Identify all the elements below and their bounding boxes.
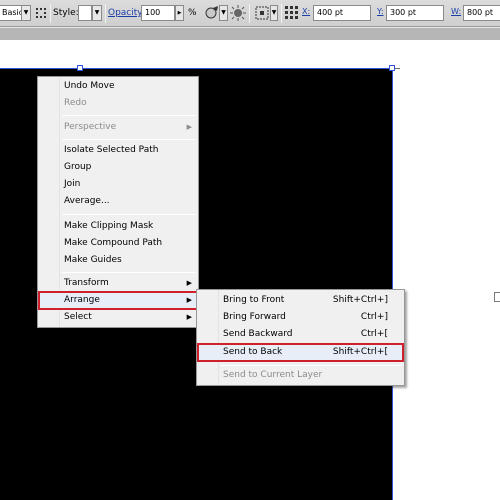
- separator: [105, 4, 106, 23]
- opacity-dropdown[interactable]: ▶: [175, 5, 184, 21]
- panel-edge-marker: [494, 292, 500, 302]
- menu-item-label: Select: [64, 312, 92, 322]
- menu-item-label: Transform: [64, 278, 109, 288]
- menu-item-make-clipping-mask[interactable]: Make Clipping Mask: [38, 218, 198, 235]
- menu-separator: [62, 272, 196, 273]
- selection-handle-top-right[interactable]: [389, 65, 395, 71]
- menu-item-label: Group: [64, 162, 92, 172]
- submenu-arrow-icon: ▶: [186, 123, 192, 131]
- menu-item-label: Perspective: [64, 122, 117, 132]
- menu-item-perspective: Perspective ▶: [38, 119, 198, 136]
- menu-item-send-to-back[interactable]: Send to Back Shift+Ctrl+[: [197, 343, 404, 362]
- menu-item-label: Join: [64, 179, 81, 189]
- control-bar: Basic ▼ Style: ▼ Opacity: 100 ▶ % ▼ ▼ X:…: [0, 0, 500, 27]
- selection-bounding-right: [392, 68, 393, 500]
- separator: [50, 4, 51, 23]
- y-field[interactable]: 300 pt: [386, 5, 444, 21]
- menu-item-shortcut: Ctrl+[: [360, 329, 388, 339]
- menu-item-isolate-selected-path[interactable]: Isolate Selected Path: [38, 142, 198, 159]
- style-label: Style:: [53, 8, 79, 18]
- menu-item-average[interactable]: Average...: [38, 193, 198, 210]
- pasteboard-strip: [0, 28, 500, 40]
- context-menu: Undo Move Redo Perspective ▶ Isolate Sele…: [37, 76, 199, 328]
- menu-item-undo-move[interactable]: Undo Move: [38, 78, 198, 95]
- menu-item-label: Average...: [64, 196, 110, 206]
- w-field[interactable]: 800 pt: [463, 5, 500, 21]
- separator: [281, 4, 282, 23]
- menu-item-make-guides[interactable]: Make Guides: [38, 252, 198, 269]
- menu-item-label: Bring Forward: [223, 312, 286, 322]
- brush-definition-field[interactable]: Basic: [0, 5, 22, 21]
- separator: [249, 4, 250, 23]
- x-label[interactable]: X:: [302, 7, 310, 16]
- selection-bounding-top: [0, 68, 393, 69]
- submenu-arrow-icon: ▶: [186, 279, 192, 287]
- selection-handle-top[interactable]: [77, 65, 83, 71]
- chevron-right-icon: ▶: [177, 10, 182, 16]
- opacity-field[interactable]: 100: [141, 5, 175, 21]
- menu-separator: [62, 214, 196, 215]
- align-grid-icon[interactable]: [254, 5, 270, 21]
- menu-item-shortcut: Shift+Ctrl+]: [332, 295, 388, 305]
- opacity-unit: %: [188, 8, 197, 18]
- w-label[interactable]: W:: [451, 7, 461, 16]
- menu-item-make-compound-path[interactable]: Make Compound Path: [38, 235, 198, 252]
- y-label[interactable]: Y:: [377, 7, 384, 16]
- menu-item-shortcut: Shift+Ctrl+[: [332, 347, 388, 357]
- menu-item-label: Make Guides: [64, 255, 122, 265]
- menu-item-label: Send to Back: [223, 347, 283, 357]
- menu-item-label: Send to Current Layer: [223, 370, 323, 380]
- recolor-icon[interactable]: [204, 5, 220, 21]
- menu-item-bring-forward[interactable]: Bring Forward Ctrl+]: [197, 309, 404, 326]
- dropdown-arrow-icon: ▼: [221, 9, 226, 16]
- dropdown-arrow-icon: ▼: [23, 9, 29, 16]
- x-field[interactable]: 400 pt: [313, 5, 371, 21]
- recolor-dropdown[interactable]: ▼: [219, 5, 228, 21]
- menu-item-label: Redo: [64, 98, 87, 108]
- menu-item-label: Bring to Front: [223, 295, 285, 305]
- dropdown-arrow-icon: ▼: [94, 9, 100, 16]
- menu-item-send-to-current-layer: Send to Current Layer: [197, 367, 404, 384]
- menu-separator: [62, 139, 196, 140]
- reference-point-icon[interactable]: [284, 5, 300, 21]
- menu-separator: [62, 115, 196, 116]
- menu-item-transform[interactable]: Transform ▶: [38, 275, 198, 292]
- style-dropdown[interactable]: ▼: [92, 5, 102, 21]
- menu-item-group[interactable]: Group: [38, 159, 198, 176]
- opacity-label[interactable]: Opacity:: [108, 8, 145, 18]
- menu-item-select[interactable]: Select ▶: [38, 309, 198, 326]
- submenu-arrow-icon: ▶: [186, 296, 192, 304]
- menu-item-label: Send Backward: [223, 329, 293, 339]
- menu-item-label: Make Clipping Mask: [64, 221, 154, 231]
- menu-item-label: Isolate Selected Path: [64, 145, 159, 155]
- menu-item-join[interactable]: Join: [38, 176, 198, 193]
- grid-dots-icon[interactable]: [33, 5, 49, 21]
- menu-item-redo: Redo: [38, 95, 198, 112]
- globe-icon[interactable]: [230, 5, 246, 21]
- dropdown-arrow-icon: ▼: [271, 9, 277, 16]
- brush-dropdown[interactable]: ▼: [21, 5, 31, 21]
- style-swatch[interactable]: [78, 5, 92, 21]
- menu-item-label: Arrange: [64, 295, 100, 305]
- menu-item-label: Make Compound Path: [64, 238, 163, 248]
- menu-item-label: Undo Move: [64, 81, 115, 91]
- arrange-submenu: Bring to Front Shift+Ctrl+] Bring Forward…: [196, 289, 405, 386]
- submenu-arrow-icon: ▶: [186, 313, 192, 321]
- menu-separator: [221, 365, 402, 366]
- align-dropdown[interactable]: ▼: [270, 5, 278, 21]
- menu-item-shortcut: Ctrl+]: [360, 312, 388, 322]
- menu-item-arrange[interactable]: Arrange ▶: [38, 291, 198, 310]
- menu-item-send-backward[interactable]: Send Backward Ctrl+[: [197, 326, 404, 343]
- menu-item-bring-to-front[interactable]: Bring to Front Shift+Ctrl+]: [197, 292, 404, 309]
